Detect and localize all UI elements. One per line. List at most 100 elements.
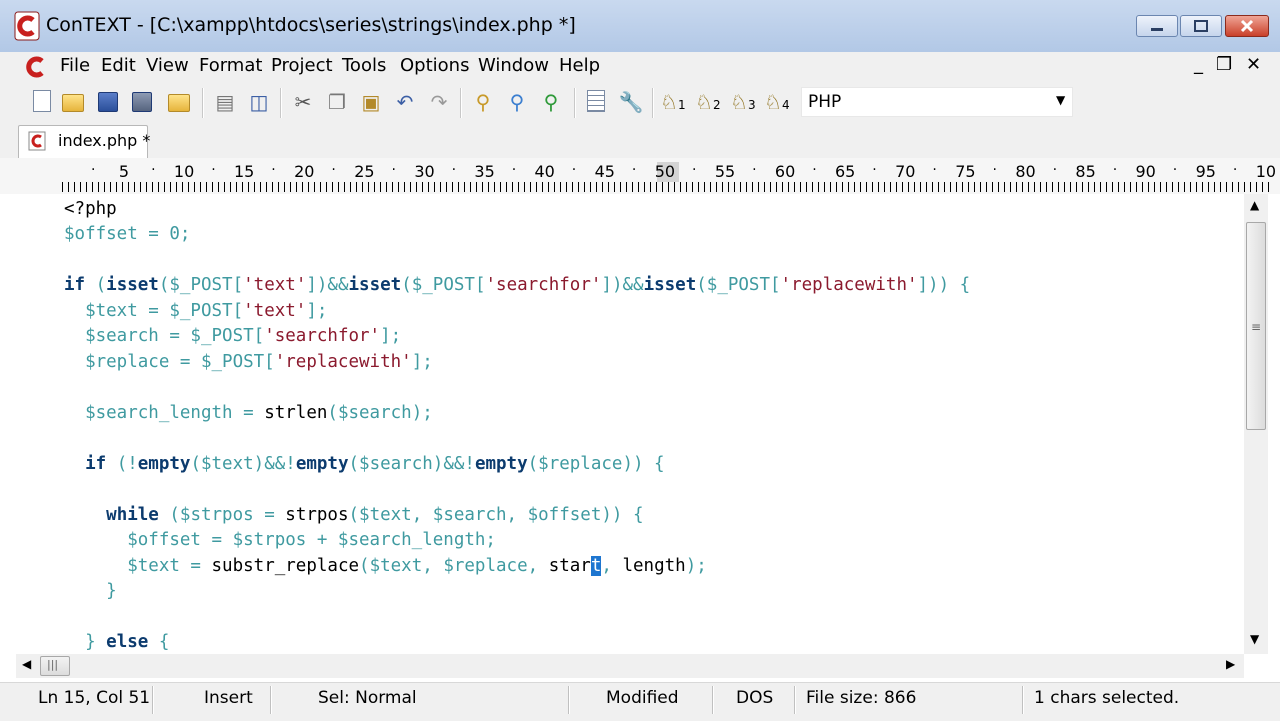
scroll-right-icon[interactable]: ▶: [1226, 657, 1235, 671]
menu-bar: [0, 52, 1280, 84]
copy-icon: ❐: [328, 90, 346, 114]
code-line-11: if (!empty($text)&&!empty($search)&&!emp…: [85, 454, 665, 474]
save-disk-icon: [98, 92, 118, 112]
mdi-restore-button[interactable]: ❐: [1216, 54, 1232, 75]
ruler-dot: ·: [692, 162, 697, 178]
ruler-dot: ·: [211, 162, 216, 178]
status-separator: [270, 686, 272, 714]
print-preview-button[interactable]: ◫: [246, 90, 272, 114]
highlighter-value: PHP: [808, 92, 842, 112]
ruler-dot: ·: [91, 162, 96, 178]
status-file-size: File size: 866: [806, 688, 917, 708]
ruler-number: 10: [173, 162, 195, 181]
minimize-window-button[interactable]: [1136, 15, 1178, 37]
status-separator: [1022, 686, 1024, 714]
editor-gutter: [16, 194, 54, 654]
ruler-number: 60: [774, 162, 796, 181]
code-line-5: $text = $_POST['text'];: [64, 301, 328, 321]
code-line-7: $replace = $_POST['replacewith'];: [64, 352, 433, 372]
menu-window[interactable]: Window: [478, 55, 549, 76]
user-command-4-button[interactable]: ♘4: [764, 90, 794, 114]
undo-button[interactable]: ↶: [392, 90, 418, 114]
ruler-number: 45: [594, 162, 615, 181]
close-window-button[interactable]: [1225, 15, 1269, 37]
menu-help[interactable]: Help: [559, 55, 600, 76]
status-separator: [794, 686, 796, 714]
paste-icon: ▣: [361, 90, 381, 114]
horizontal-scrollbar[interactable]: [16, 654, 1244, 678]
new-file-button[interactable]: [30, 90, 56, 114]
status-separator: [568, 686, 570, 714]
menu-project[interactable]: Project: [271, 55, 333, 76]
status-selection-mode[interactable]: Sel: Normal: [318, 688, 417, 708]
ruler-number: 95: [1195, 162, 1216, 181]
maximize-window-button[interactable]: [1180, 15, 1222, 37]
code-line-15: $text = substr_replace($text, $replace, …: [64, 556, 707, 576]
menu-view[interactable]: View: [146, 55, 189, 76]
folder-icon: [168, 94, 190, 112]
code-editor[interactable]: [16, 194, 1242, 654]
ruler-dot: ·: [812, 162, 817, 178]
copy-button[interactable]: ❐: [324, 90, 350, 114]
save-all-button[interactable]: [132, 90, 158, 114]
toolbar-separator: [652, 88, 654, 118]
ruler-dot: ·: [511, 162, 517, 178]
find-next-button[interactable]: ⚲: [504, 90, 530, 114]
ruler-number: 70: [895, 162, 916, 181]
save-button[interactable]: [98, 90, 124, 114]
find-next-icon: ⚲: [509, 90, 525, 114]
user-command-icon: ♘: [764, 90, 782, 114]
menu-format[interactable]: Format: [199, 55, 262, 76]
scroll-up-icon[interactable]: ▲: [1250, 198, 1259, 212]
mdi-minimize-button[interactable]: _: [1194, 54, 1203, 75]
replace-icon: ⚲: [543, 90, 559, 114]
ruler-number: 5: [118, 162, 130, 181]
tab-strip: [0, 122, 1280, 159]
ruler-number: 80: [1015, 162, 1036, 181]
menu-tools[interactable]: Tools: [342, 55, 386, 76]
tools-button[interactable]: 🔧: [618, 90, 644, 114]
menu-edit[interactable]: Edit: [101, 55, 136, 76]
replace-button[interactable]: ⚲: [538, 90, 564, 114]
window-title: ConTEXT - [C:\xampp\htdocs\series\string…: [46, 14, 576, 36]
ruler-dot: ·: [451, 162, 457, 178]
open-file-button[interactable]: [62, 90, 88, 114]
find-button[interactable]: ⚲: [470, 90, 496, 114]
menu-file[interactable]: File: [60, 55, 90, 76]
print-button[interactable]: ▤: [212, 90, 238, 114]
close-icon: [1240, 19, 1254, 33]
ruler-number: 20: [294, 162, 315, 181]
paste-button[interactable]: ▣: [358, 90, 384, 114]
user-command-icon: ♘: [660, 90, 678, 114]
export-button[interactable]: [584, 90, 610, 114]
grip-icon: ≡: [1251, 320, 1262, 334]
context-logo-icon: [14, 11, 40, 41]
close-file-button[interactable]: [168, 90, 194, 114]
ruler-number: 90: [1135, 162, 1156, 181]
user-command-icon: ♘: [695, 90, 713, 114]
ruler-number: 25: [354, 162, 375, 181]
tab-label: index.php *: [58, 131, 151, 150]
code-line-6: $search = $_POST['searchfor'];: [64, 326, 402, 346]
ruler-number: 40: [534, 162, 555, 181]
menu-options[interactable]: Options: [400, 55, 469, 76]
ruler-number: 55: [714, 162, 736, 181]
dropdown-arrow-icon[interactable]: ▼: [1056, 93, 1065, 107]
redo-button[interactable]: ↷: [426, 90, 452, 114]
mdi-close-button[interactable]: ✕: [1246, 54, 1261, 75]
code-line-13: while ($strpos = strpos($text, $search, …: [106, 505, 644, 525]
ruler-number: 65: [835, 162, 856, 181]
ruler-dot: ·: [932, 162, 937, 178]
highlighter-select[interactable]: [801, 87, 1073, 117]
user-command-2-button[interactable]: ♘2: [695, 90, 725, 114]
document-menu-icon[interactable]: [24, 54, 48, 80]
user-command-3-button[interactable]: ♘3: [730, 90, 760, 114]
file-icon: [28, 131, 46, 151]
status-insert-mode[interactable]: Insert: [204, 688, 253, 708]
ruler-number: 10: [1255, 162, 1277, 181]
cut-button[interactable]: ✂: [290, 90, 316, 114]
scroll-down-icon[interactable]: ▼: [1250, 632, 1259, 646]
grip-icon: |||: [47, 658, 59, 671]
user-command-1-button[interactable]: ♘1: [660, 90, 690, 114]
scroll-left-icon[interactable]: ◀: [22, 657, 31, 671]
